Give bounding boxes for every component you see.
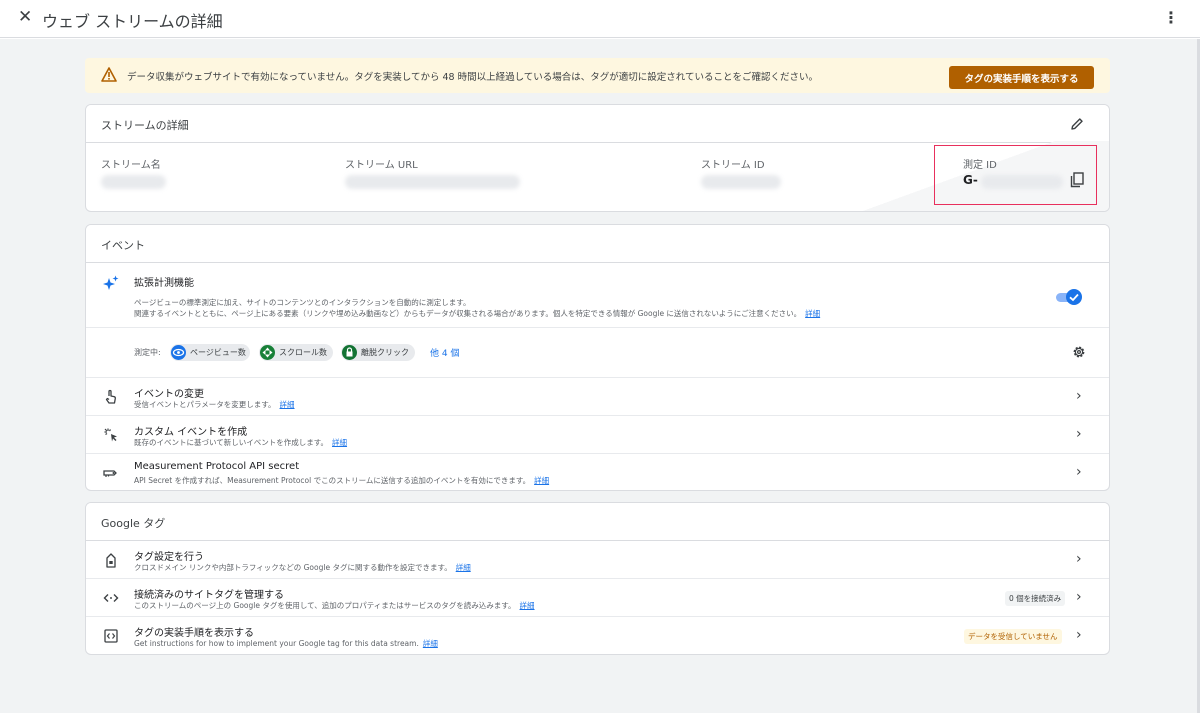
scroll-icon — [260, 345, 275, 360]
chevron-right-icon: › — [1076, 551, 1082, 567]
copy-icon[interactable] — [1070, 172, 1084, 188]
chevron-right-icon: › — [1076, 627, 1082, 643]
configure-tag-title: タグ設定を行う — [134, 552, 204, 563]
enhanced-measurement-learn-more-link[interactable]: 詳細 — [805, 309, 820, 318]
data-collection-alert: データ収集がウェブサイトで有効になっていません。タグを実装してから 48 時間以… — [85, 58, 1110, 93]
lock-icon — [342, 345, 357, 360]
measurement-id-value-redacted — [981, 175, 1063, 189]
google-tag-card: Google タグ タグ設定を行う クロスドメイン リンクや内部トラフィックなど… — [85, 502, 1110, 655]
stream-url-value-redacted — [345, 175, 520, 189]
more-measurements-link[interactable]: 他 4 個 — [430, 346, 459, 359]
sparkle-icon — [103, 275, 119, 290]
measurement-id-label: 測定 ID — [963, 160, 997, 171]
stream-id-value-redacted — [701, 175, 781, 189]
configure-tag-row[interactable]: タグ設定を行う クロスドメイン リンクや内部トラフィックなどの Google タ… — [86, 541, 1109, 579]
connected-count-badge: 0 個を接続済み — [1005, 591, 1066, 606]
measurement-protocol-desc: API Secret を作成すれば、Measurement Protocol で… — [134, 476, 550, 485]
tag-icon — [106, 553, 116, 568]
not-receiving-data-badge: データを受信していません — [964, 629, 1062, 644]
code-icon — [103, 594, 119, 602]
configure-tag-learn-more-link[interactable]: 詳細 — [456, 563, 471, 572]
view-tag-instructions-learn-more-link[interactable]: 詳細 — [423, 639, 438, 648]
chevron-right-icon: › — [1076, 388, 1082, 404]
google-tag-header: Google タグ — [86, 503, 1109, 541]
view-tag-instructions-button[interactable]: タグの実装手順を表示する — [949, 66, 1094, 89]
stream-details-header: ストリームの詳細 — [86, 105, 1109, 143]
page-title: ウェブ ストリームの詳細 — [42, 12, 223, 31]
events-header: イベント — [86, 225, 1109, 263]
create-custom-event-learn-more-link[interactable]: 詳細 — [332, 438, 347, 447]
events-card: イベント 拡張計測機能 ページビューの標準測定に加え、サイトのコンテンツとのイン… — [85, 224, 1110, 491]
top-bar: ✕ ウェブ ストリームの詳細 ⋮ — [0, 0, 1200, 38]
stream-id-label: ストリーム ID — [701, 160, 765, 171]
chevron-right-icon: › — [1076, 426, 1082, 442]
view-tag-instructions-row[interactable]: タグの実装手順を表示する Get instructions for how to… — [86, 617, 1109, 654]
manage-connected-tags-row[interactable]: 接続済みのサイトタグを管理する このストリームのページ上の Google タグを… — [86, 579, 1109, 617]
stream-url-label: ストリーム URL — [345, 160, 418, 171]
tag-code-icon — [104, 629, 118, 643]
stream-name-label: ストリーム名 — [101, 160, 161, 171]
check-icon — [1069, 293, 1079, 302]
modify-events-desc: 受信イベントとパラメータを変更します。 詳細 — [134, 400, 295, 409]
measurement-protocol-learn-more-link[interactable]: 詳細 — [534, 476, 549, 485]
measurement-protocol-title: Measurement Protocol API secret — [134, 461, 300, 472]
google-tag-heading: Google タグ — [101, 517, 166, 530]
modify-events-title: イベントの変更 — [134, 389, 204, 400]
configure-tag-desc: クロスドメイン リンクや内部トラフィックなどの Google タグに関する動作を… — [134, 563, 471, 572]
manage-connected-tags-title: 接続済みのサイトタグを管理する — [134, 590, 284, 601]
manage-connected-tags-desc: このストリームのページ上の Google タグを使用して、追加のプロパティまたは… — [134, 601, 535, 610]
touch-icon — [105, 389, 116, 404]
alert-message: データ収集がウェブサイトで有効になっていません。タグを実装してから 48 時間以… — [127, 72, 819, 83]
gear-icon[interactable] — [1071, 344, 1087, 360]
measuring-label: 測定中: — [134, 348, 161, 357]
measurement-protocol-row[interactable]: Measurement Protocol API secret API Secr… — [86, 454, 1109, 490]
warning-icon — [101, 67, 117, 82]
create-custom-event-desc: 既存のイベントに基づいて新しいイベントを作成します。 詳細 — [134, 438, 348, 447]
pencil-icon[interactable] — [1070, 117, 1084, 131]
eye-icon — [171, 345, 186, 360]
stream-name-value-redacted — [101, 175, 166, 189]
chip-outbound-clicks[interactable]: 離脱クリック — [341, 344, 415, 361]
create-custom-event-row[interactable]: カスタム イベントを作成 既存のイベントに基づいて新しいイベントを作成します。詳… — [86, 416, 1109, 454]
stream-details-heading: ストリームの詳細 — [101, 119, 189, 132]
stream-details-card: ストリームの詳細 ストリーム名 ストリーム URL ストリーム ID 測定 ID… — [85, 104, 1110, 212]
manage-connected-tags-learn-more-link[interactable]: 詳細 — [520, 601, 535, 610]
create-custom-event-title: カスタム イベントを作成 — [134, 427, 248, 438]
chip-scrolls[interactable]: スクロール数 — [259, 344, 333, 361]
chip-page-views[interactable]: ページビュー数 — [170, 344, 250, 361]
view-tag-instructions-desc: Get instructions for how to implement yo… — [134, 639, 438, 648]
more-vert-icon[interactable]: ⋮ — [1163, 8, 1179, 27]
events-heading: イベント — [101, 239, 145, 252]
modify-events-learn-more-link[interactable]: 詳細 — [280, 400, 295, 409]
view-tag-instructions-title: タグの実装手順を表示する — [134, 628, 254, 639]
close-icon[interactable]: ✕ — [18, 7, 32, 27]
click-sparkle-icon — [104, 428, 117, 442]
chevron-right-icon: › — [1076, 464, 1082, 480]
modify-events-row[interactable]: イベントの変更 受信イベントとパラメータを変更します。 詳細 › — [86, 378, 1109, 416]
key-icon — [103, 470, 117, 477]
chevron-right-icon: › — [1076, 589, 1082, 605]
enhanced-measurement-toggle[interactable] — [1056, 289, 1082, 305]
enhanced-measurement-desc-1: ページビューの標準測定に加え、サイトのコンテンツとのインタラクションを自動的に測… — [134, 298, 471, 307]
enhanced-measurement-row: 拡張計測機能 ページビューの標準測定に加え、サイトのコンテンツとのインタラクショ… — [86, 263, 1109, 328]
enhanced-measurement-title: 拡張計測機能 — [134, 278, 194, 289]
measuring-chips-row: 測定中: ページビュー数 スクロール数 離脱クリック 他 4 個 — [86, 328, 1109, 378]
measurement-id-value[interactable]: G- — [963, 173, 978, 187]
enhanced-measurement-desc-2: 関連するイベントとともに、ページ上にある要素（リンクや埋め込み動画など）からもデ… — [134, 309, 821, 318]
